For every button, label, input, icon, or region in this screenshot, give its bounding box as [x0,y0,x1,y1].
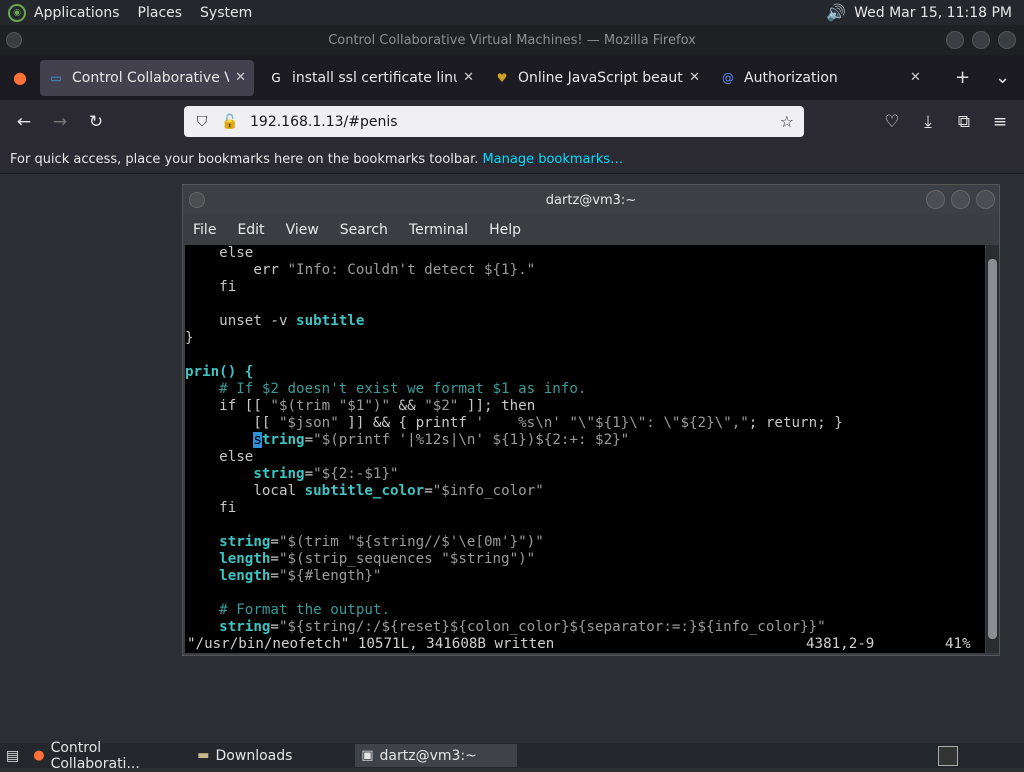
terminal-titlebar: dartz@vm3:~ [183,185,999,215]
window-title: Control Collaborative Virtual Machines! … [328,32,696,48]
maximize-button[interactable] [972,31,990,49]
volume-icon[interactable]: 🔊 [826,3,846,22]
insecure-lock-icon[interactable]: 🔓 [220,114,240,130]
terminal-menu-view[interactable]: View [286,222,319,238]
terminal-minimize-button[interactable] [926,190,945,209]
tab-control-vms[interactable]: ▭ Control Collaborative Virtual Machines… [40,59,254,96]
url-bar[interactable]: ⛉ 🔓 192.168.1.13/#penis ☆ [184,106,804,137]
folder-icon: ▬ [197,748,210,763]
terminal-menu-terminal[interactable]: Terminal [409,222,468,238]
menu-places[interactable]: Places [138,5,183,21]
status-message: "/usr/bin/neofetch" 10571L, 341608B writ… [187,636,555,652]
pocket-icon[interactable]: ♡ [880,110,904,134]
terminal-menu-edit[interactable]: Edit [237,222,264,238]
url-input[interactable]: 192.168.1.13/#penis [250,114,780,130]
task-downloads[interactable]: ▬ Downloads [191,744,353,767]
minimize-button[interactable] [946,31,964,49]
terminal-menu-help[interactable]: Help [489,222,521,238]
shield-icon[interactable]: ⛉ [192,114,212,130]
tab-js-beautifier[interactable]: ♥ Online JavaScript beautifier ✕ [486,60,708,96]
new-tab-icon[interactable]: + [955,67,970,88]
clock[interactable]: Wed Mar 15, 11:18 PM [854,5,1012,21]
cursor-position: 4381,2-9 [806,636,875,652]
terminal-output[interactable]: else err "Info: Couldn't detect ${1}." f… [185,245,985,653]
show-desktop-icon[interactable]: ▤ [0,744,25,767]
terminal-close-button[interactable] [976,190,995,209]
terminal-scrollbar[interactable] [986,245,999,653]
hamburger-menu-icon[interactable]: ≡ [988,110,1012,134]
tab-close-icon[interactable]: ✕ [910,70,921,85]
vim-status-line: "/usr/bin/neofetch" 10571L, 341608B writ… [185,636,985,653]
terminal-menubar: File Edit View Search Terminal Help [183,215,999,244]
top-panel: ◉ Applications Places System 🔊 Wed Mar 1… [0,0,1024,25]
at-icon: @ [722,70,734,85]
reload-icon[interactable]: ↻ [84,110,108,134]
tab-close-icon[interactable]: ✕ [689,70,700,85]
terminal-icon: ▣ [361,748,374,763]
bookmarks-hint: For quick access, place your bookmarks h… [10,151,479,167]
tab-close-icon[interactable]: ✕ [235,70,246,85]
downloads-icon[interactable]: ⤓ [916,110,940,134]
menu-applications[interactable]: Applications [34,5,120,21]
terminal-menu-file[interactable]: File [193,222,216,238]
terminal-window[interactable]: dartz@vm3:~ File Edit View Search Termin… [182,184,1000,656]
workspace-switcher[interactable] [938,746,958,766]
window-menu-button[interactable] [6,32,22,48]
terminal-maximize-button[interactable] [951,190,970,209]
bookmark-star-icon[interactable]: ☆ [780,112,794,131]
firefox-view-icon[interactable]: ● [0,68,40,87]
back-icon[interactable]: ← [12,110,36,134]
tab-authorization[interactable]: @ Authorization ✕ [712,60,934,96]
monitor-icon: ▭ [50,70,62,85]
extensions-icon[interactable]: ⧉ [952,110,976,134]
list-tabs-icon[interactable]: ⌄ [995,67,1010,88]
terminal-window-menu-button[interactable] [189,192,205,208]
close-button[interactable] [998,31,1016,49]
distro-logo-icon[interactable]: ◉ [8,3,26,22]
firefox-titlebar: Control Collaborative Virtual Machines! … [0,25,1024,55]
task-terminal[interactable]: ▣ dartz@vm3:~ [355,744,518,767]
manage-bookmarks-link[interactable]: Manage bookmarks… [482,152,623,167]
firefox-icon: ● [33,748,45,763]
bottom-taskbar: ▤ ● Control Collaborati... ▬ Downloads ▣… [0,740,1024,772]
file-percent: 41% [945,636,971,652]
tab-bar: ● ▭ Control Collaborative Virtual Machin… [0,55,1024,100]
forward-icon[interactable]: → [48,110,72,134]
scrollbar-thumb[interactable] [988,259,997,639]
terminal-menu-search[interactable]: Search [340,222,388,238]
tab-close-icon[interactable]: ✕ [463,70,474,85]
menu-system[interactable]: System [200,5,252,21]
google-icon: G [271,70,281,85]
task-firefox[interactable]: ● Control Collaborati... [27,740,189,772]
bookmarks-toolbar: For quick access, place your bookmarks h… [0,145,1024,174]
tab-google-search[interactable]: G install ssl certificate linux - Google… [260,60,482,96]
navigation-bar: ← → ↻ ⛉ 🔓 192.168.1.13/#penis ☆ ♡ ⤓ ⧉ ≡ [0,100,1024,145]
code-listing: else err "Info: Couldn't detect ${1}." f… [185,245,843,635]
beautifier-icon: ♥ [496,70,508,85]
terminal-title: dartz@vm3:~ [545,192,637,208]
